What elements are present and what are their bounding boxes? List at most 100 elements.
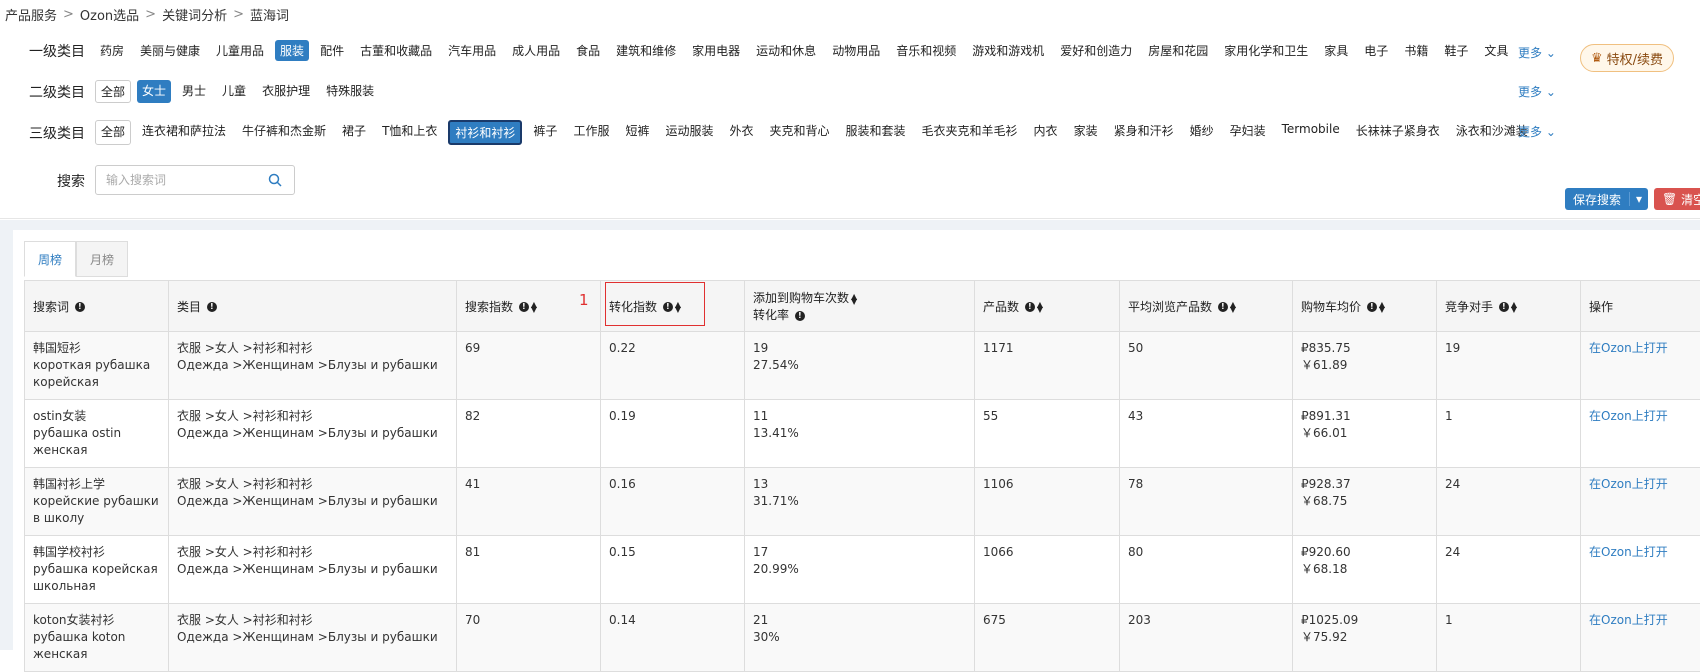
filter-tag[interactable]: 电子 (1359, 40, 1393, 61)
tab-monthly[interactable]: 月榜 (76, 241, 128, 277)
table-cell: ₽891.31￥66.01 (1293, 400, 1437, 468)
filter-tag[interactable]: 紧身和汗衫 (1109, 120, 1179, 145)
filter-tag[interactable]: 书籍 (1399, 40, 1433, 61)
filter-tag[interactable]: 配件 (315, 40, 349, 61)
search-icon[interactable] (268, 173, 282, 187)
search-index: 69 (465, 340, 592, 357)
filter-tag[interactable]: 毛衣夹克和羊毛衫 (917, 120, 1023, 145)
save-search-button[interactable]: 保存搜索 ▾ (1565, 188, 1648, 210)
filter-tag[interactable]: 夹克和背心 (765, 120, 835, 145)
filter-tag[interactable]: 运动服装 (660, 120, 718, 145)
level1-more-button[interactable]: 更多 ⌄ (1518, 44, 1556, 61)
table-cell: 1 (1437, 604, 1581, 672)
filter-tag[interactable]: 儿童 (217, 80, 251, 103)
filter-tag[interactable]: 衬衫和衬衫 (448, 120, 522, 145)
sort-icon: ▲▼ (1230, 302, 1236, 312)
filter-tag[interactable]: 女士 (137, 80, 171, 103)
table-cell: 1066 (975, 536, 1120, 604)
avg-view-count: 203 (1128, 612, 1284, 629)
filter-tag[interactable]: 男士 (177, 80, 211, 103)
vip-renew-button[interactable]: ♛ 特权/续费 (1580, 44, 1674, 72)
filter-tag[interactable]: 汽车用品 (443, 40, 501, 61)
col-cart-price[interactable]: 购物车均价 !▲▼ (1293, 281, 1437, 332)
filter-tag[interactable]: 爱好和创造力 (1055, 40, 1137, 61)
filter-tag[interactable]: 房屋和花园 (1143, 40, 1213, 61)
filter-tag[interactable]: 美丽与健康 (135, 40, 205, 61)
filter-tag[interactable]: 家用电器 (687, 40, 745, 61)
filter-tag[interactable]: T恤和上衣 (377, 120, 442, 145)
col-competitors[interactable]: 竞争对手 !▲▼ (1437, 281, 1581, 332)
filter-tag[interactable]: 鞋子 (1439, 40, 1473, 61)
tab-weekly[interactable]: 周榜 (24, 241, 76, 277)
filter-tag[interactable]: 家装 (1069, 120, 1103, 145)
open-ozon-link[interactable]: 在Ozon上打开 (1589, 544, 1692, 561)
category-ru: Одежда >Женщинам >Блузы и рубашки (177, 629, 448, 646)
filter-tag[interactable]: 长袜袜子紧身衣 (1351, 120, 1445, 145)
filter-tag[interactable]: 全部 (95, 80, 131, 103)
filter-tag[interactable]: 衣服护理 (257, 80, 315, 103)
breadcrumb-item[interactable]: Ozon选品 (80, 5, 139, 24)
filter-tag[interactable]: 牛仔裤和杰金斯 (237, 120, 331, 145)
table-row: 韩国短衫короткая рубашка корейская衣服 >女人 >衬衫… (25, 332, 1700, 400)
filter-tag[interactable]: 婚纱 (1185, 120, 1219, 145)
table-cell: 1720.99% (745, 536, 975, 604)
search-input[interactable] (104, 172, 268, 188)
keyword-ru: рубашка koton женская (33, 629, 160, 663)
cart-count: 19 (753, 340, 966, 357)
table-cell: 1331.71% (745, 468, 975, 536)
filter-tag[interactable]: 全部 (95, 120, 131, 145)
filter-tag[interactable]: 连衣裙和萨拉法 (137, 120, 231, 145)
filter-tag[interactable]: 外衣 (724, 120, 758, 145)
filter-tag[interactable]: 服装和套装 (841, 120, 911, 145)
filter-tag[interactable]: 孕妇装 (1225, 120, 1271, 145)
breadcrumb-item[interactable]: 产品服务 (5, 5, 57, 24)
info-icon: ! (795, 311, 805, 321)
table-cell: 1927.54% (745, 332, 975, 400)
table-header-row: 搜索词 ! 类目 ! 搜索指数 !▲▼ 转化指数 !▲▼ 添加到购物车次数▲▼转… (25, 281, 1700, 332)
table-cell: 0.22 (601, 332, 745, 400)
table-cell: 在Ozon上打开 (1581, 400, 1700, 468)
open-ozon-link[interactable]: 在Ozon上打开 (1589, 340, 1692, 357)
open-ozon-link[interactable]: 在Ozon上打开 (1589, 612, 1692, 629)
filter-tag[interactable]: 动物用品 (827, 40, 885, 61)
filter-tag[interactable]: 工作服 (568, 120, 614, 145)
conversion-rate: 20.99% (753, 561, 966, 578)
open-ozon-link[interactable]: 在Ozon上打开 (1589, 476, 1692, 493)
filter-tag[interactable]: 成人用品 (507, 40, 565, 61)
filter-tag[interactable]: 食品 (571, 40, 605, 61)
competitor-count: 19 (1445, 340, 1572, 357)
filter-tag[interactable]: 服装 (275, 40, 309, 61)
filter-tag[interactable]: 运动和休息 (751, 40, 821, 61)
clear-button[interactable]: 🗑 清空 (1654, 188, 1700, 210)
filter-tag[interactable]: 音乐和视频 (891, 40, 961, 61)
level2-more-button[interactable]: 更多 ⌄ (1518, 83, 1556, 100)
col-products[interactable]: 产品数 !▲▼ (975, 281, 1120, 332)
filter-tag[interactable]: 建筑和维修 (611, 40, 681, 61)
filter-tag[interactable]: 家用化学和卫生 (1219, 40, 1313, 61)
table-cell: 43 (1120, 400, 1293, 468)
breadcrumb-item[interactable]: 关键词分析 (162, 5, 227, 24)
filter-tag[interactable]: 短裤 (620, 120, 654, 145)
filter-tag[interactable]: 儿童用品 (211, 40, 269, 61)
filter-tag[interactable]: 特殊服装 (321, 80, 379, 103)
caret-down-icon[interactable]: ▾ (1629, 192, 1648, 206)
col-add-to-cart[interactable]: 添加到购物车次数▲▼转化率 ! (745, 281, 975, 332)
filter-tag[interactable]: 家具 (1319, 40, 1353, 61)
open-ozon-link[interactable]: 在Ozon上打开 (1589, 408, 1692, 425)
search-label: 搜索 (0, 171, 95, 191)
filter-tag[interactable]: 文具 (1479, 40, 1513, 61)
col-avg-view[interactable]: 平均浏览产品数 !▲▼ (1120, 281, 1293, 332)
filter-tag[interactable]: 裙子 (337, 120, 371, 145)
filter-tag[interactable]: Termobile (1277, 120, 1345, 145)
price-rub: ₽891.31 (1301, 408, 1428, 425)
filter-tag[interactable]: 游戏和游戏机 (967, 40, 1049, 61)
category-cn: 衣服 >女人 >衬衫和衬衫 (177, 408, 448, 425)
level3-more-button[interactable]: 更多 ⌄ (1518, 123, 1556, 140)
filter-tag[interactable]: 药房 (95, 40, 129, 61)
filter-tag[interactable]: 裤子 (528, 120, 562, 145)
price-rub: ₽920.60 (1301, 544, 1428, 561)
filter-tag[interactable]: 古董和收藏品 (355, 40, 437, 61)
product-count: 55 (983, 408, 1111, 425)
filter-tag[interactable]: 内衣 (1029, 120, 1063, 145)
price-cny: ￥68.75 (1301, 493, 1428, 510)
